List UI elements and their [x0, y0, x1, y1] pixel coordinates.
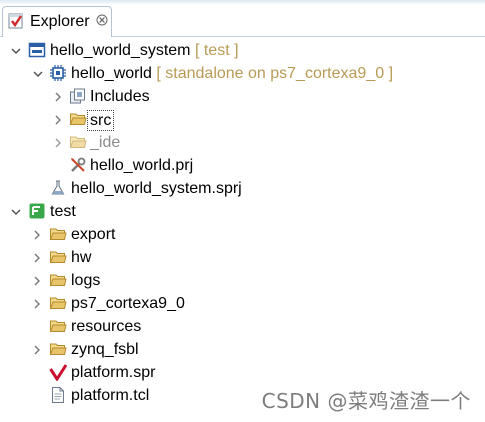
tree-item-label: test — [50, 203, 76, 220]
tree-item-label: hw — [71, 249, 92, 266]
close-icon[interactable] — [95, 13, 109, 27]
tree-item-platform-spr[interactable]: platform.spr — [0, 361, 485, 384]
application-project-decoration: [ standalone on ps7_cortexa9_0 ] — [156, 65, 394, 82]
folder-icon — [49, 320, 67, 332]
tree-item-includes[interactable]: Includes — [0, 85, 485, 108]
tree-item-label: zynq_fsbl — [71, 341, 139, 358]
vitis-logo-icon — [49, 364, 67, 381]
tree-item-label: hello_world.prj — [90, 157, 194, 174]
folder-icon — [49, 343, 67, 355]
explorer-icon — [8, 13, 23, 29]
chevron-right-icon[interactable] — [50, 89, 66, 105]
application-project-name: hello_world — [71, 65, 152, 82]
system-project-icon — [28, 42, 46, 58]
watermark: CSDN @菜鸡渣渣一个 — [261, 389, 471, 413]
tree-item-label: platform.tcl — [71, 387, 150, 404]
platform-project-icon — [29, 203, 45, 219]
tree-item-label: ps7_cortexa9_0 — [71, 295, 185, 312]
chevron-right-icon[interactable] — [29, 273, 45, 289]
tree-item-label: Includes — [90, 88, 150, 105]
tree-item-label: resources — [71, 318, 142, 335]
chevron-right-icon[interactable] — [29, 296, 45, 312]
folder-icon — [69, 113, 87, 125]
system-project-name: hello_world_system — [50, 42, 191, 59]
tree-item-resources[interactable]: resources — [0, 315, 485, 338]
folder-icon — [49, 228, 67, 240]
tree-item-system-project[interactable]: hello_world_system [ test ] — [0, 39, 485, 62]
chevron-right-icon[interactable] — [29, 342, 45, 358]
chevron-right-icon[interactable] — [50, 112, 66, 128]
includes-icon — [70, 88, 85, 104]
chevron-right-icon[interactable] — [29, 250, 45, 266]
tree-item-hw[interactable]: hw — [0, 246, 485, 269]
chevron-right-icon[interactable] — [50, 135, 66, 151]
folder-icon — [49, 274, 67, 286]
tree-item-src[interactable]: src — [0, 108, 485, 131]
tab-explorer[interactable]: Explorer — [2, 6, 112, 37]
tree-item-label: platform.spr — [71, 364, 156, 381]
tree-item-application-project[interactable]: hello_world [ standalone on ps7_cortexa9… — [0, 62, 485, 85]
tree-item-label: src — [87, 110, 115, 131]
chevron-down-icon[interactable] — [8, 43, 24, 59]
project-tools-icon — [71, 157, 86, 172]
tree-item-label: hello_world_system [ test ] — [50, 41, 239, 60]
tab-bar-gradient — [0, 0, 485, 5]
tree-item-ide[interactable]: _ide — [0, 131, 485, 154]
tree-item-sprj-file[interactable]: hello_world_system.sprj — [0, 177, 485, 200]
view-tab-bar: Explorer — [0, 0, 485, 37]
tree-item-label: _ide — [90, 134, 121, 151]
folder-icon — [49, 251, 67, 263]
tree-item-export[interactable]: export — [0, 223, 485, 246]
chevron-right-icon[interactable] — [29, 227, 45, 243]
tree-item-label: hello_world [ standalone on ps7_cortexa9… — [71, 64, 393, 83]
tree-item-label: hello_world_system.sprj — [71, 180, 242, 197]
tree-item-label: logs — [71, 272, 101, 289]
tree-item-label: export — [71, 226, 116, 243]
system-project-decoration: [ test ] — [194, 42, 239, 59]
chevron-down-icon[interactable] — [30, 66, 46, 82]
tree-item-platform-project[interactable]: test — [0, 200, 485, 223]
tree-item-logs[interactable]: logs — [0, 269, 485, 292]
tree-item-zynq-fsbl[interactable]: zynq_fsbl — [0, 338, 485, 361]
tab-explorer-label: Explorer — [30, 13, 90, 30]
file-icon — [52, 387, 64, 403]
tree-item-ps7-cortexa9[interactable]: ps7_cortexa9_0 — [0, 292, 485, 315]
chevron-down-icon[interactable] — [8, 204, 24, 220]
flask-icon — [51, 180, 65, 195]
folder-icon — [49, 297, 67, 309]
tree-item-prj-file[interactable]: hello_world.prj — [0, 154, 485, 177]
application-project-icon — [50, 65, 66, 81]
folder-icon — [69, 136, 87, 148]
